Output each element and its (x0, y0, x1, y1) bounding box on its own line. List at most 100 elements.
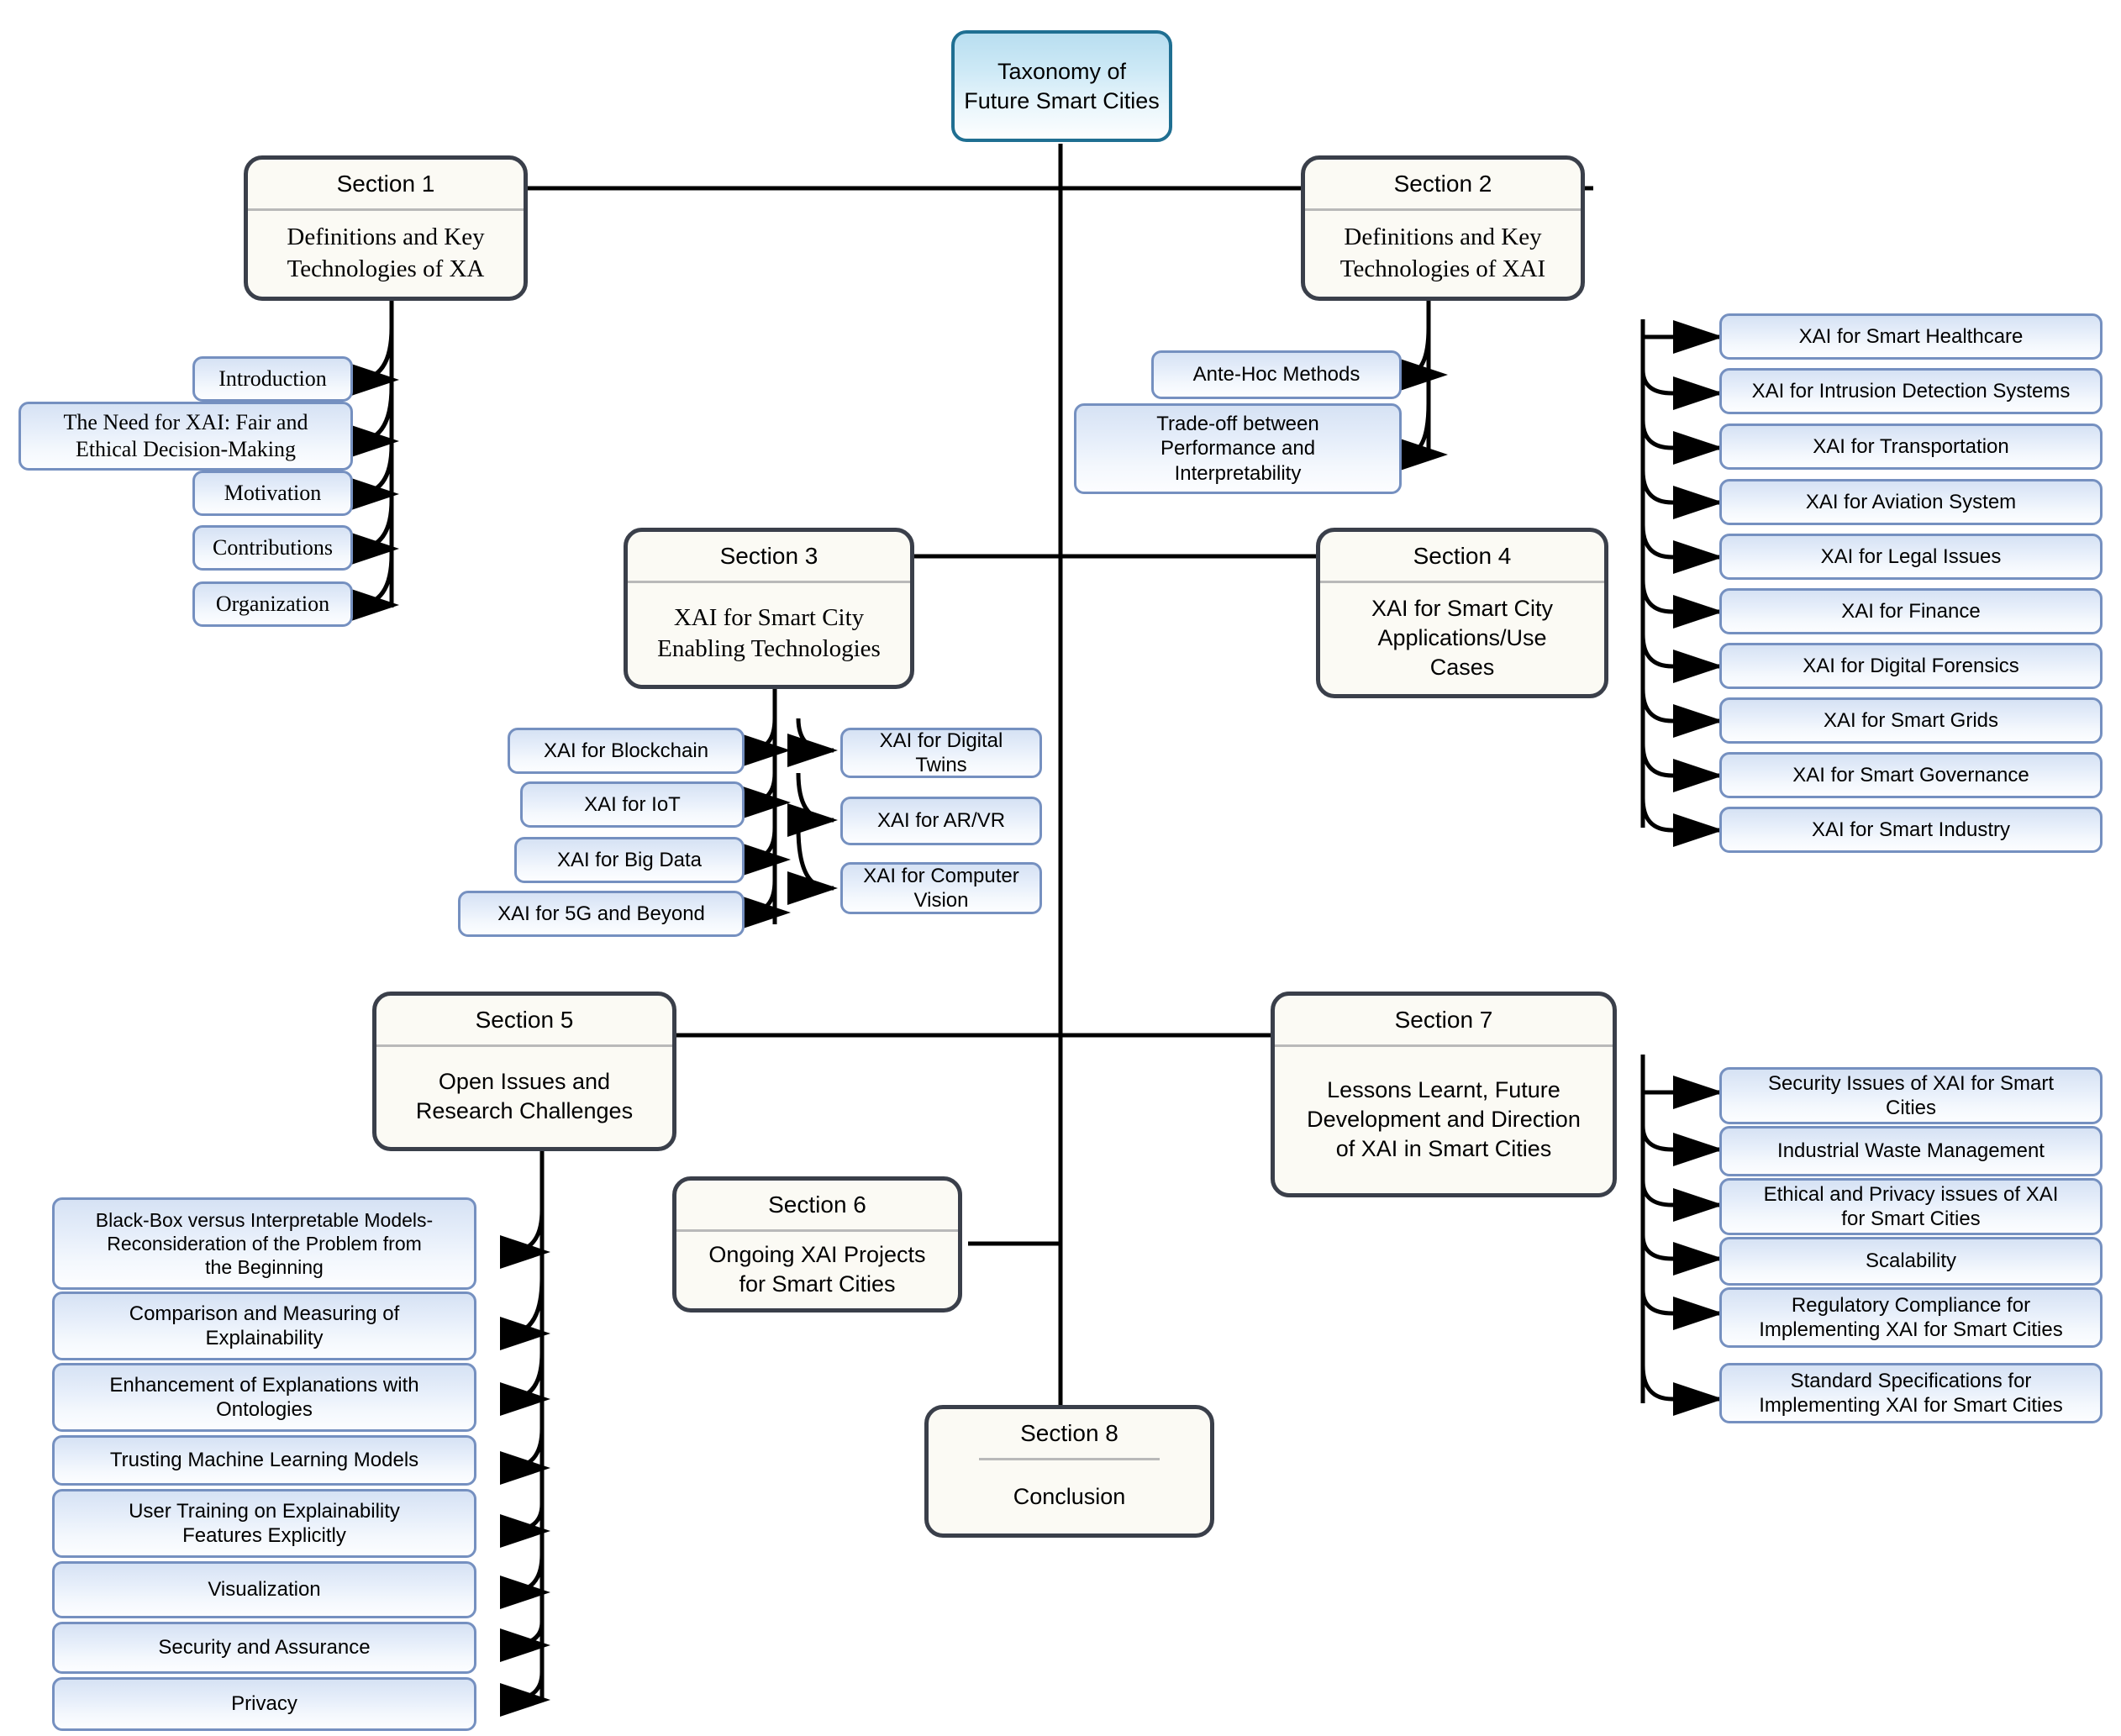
leaf-s4-transportation[interactable]: XAI for Transportation (1719, 423, 2103, 470)
leaf-s3-5g[interactable]: XAI for 5G and Beyond (458, 891, 745, 937)
leaf-s3-blockchain[interactable]: XAI for Blockchain (508, 728, 745, 774)
leaf-label: XAI for Smart Grids (1823, 708, 1999, 732)
leaf-label: XAI for Big Data (556, 848, 703, 871)
leaf-label: Contributions (212, 535, 333, 560)
leaf-s5-user-training[interactable]: User Training on Explainability Features… (52, 1489, 476, 1558)
section-3-body: XAI for Smart City Enabling Technologies (657, 603, 881, 663)
root-node-label: Taxonomy of Future Smart Cities (964, 58, 1160, 113)
leaf-s5-trusting-ml[interactable]: Trusting Machine Learning Models (52, 1435, 476, 1486)
leaf-label: User Training on Explainability Features… (129, 1499, 400, 1547)
leaf-label: Ante-Hoc Methods (1192, 363, 1360, 387)
leaf-label: Trusting Machine Learning Models (109, 1449, 419, 1472)
section-node-2[interactable]: Section 2 Definitions and Key Technologi… (1301, 155, 1585, 301)
leaf-label: XAI for Finance (1841, 599, 1981, 623)
leaf-label: Trade-off between Performance and Interp… (1156, 413, 1319, 485)
taxonomy-diagram: Taxonomy of Future Smart Cities Section … (0, 0, 2121, 1736)
section-node-8[interactable]: Section 8 Conclusion (924, 1405, 1214, 1538)
section-7-body: Lessons Learnt, Future Development and D… (1307, 1077, 1581, 1162)
leaf-label: Motivation (224, 481, 322, 506)
leaf-label: Comparison and Measuring of Explainabili… (129, 1302, 400, 1349)
leaf-label: XAI for 5G and Beyond (497, 902, 705, 925)
section-7-title: Section 7 (1394, 1007, 1493, 1033)
section-4-body: XAI for Smart City Applications/Use Case… (1371, 596, 1554, 681)
leaf-s2-ante-hoc-methods[interactable]: Ante-Hoc Methods (1151, 350, 1402, 399)
leaf-label: XAI for IoT (584, 792, 681, 816)
leaf-s4-smart-industry[interactable]: XAI for Smart Industry (1719, 807, 2103, 853)
leaf-s7-security-issues[interactable]: Security Issues of XAI for Smart Cities (1719, 1067, 2103, 1124)
leaf-label: Black-Box versus Interpretable Models- R… (95, 1208, 434, 1279)
leaf-label: Security Issues of XAI for Smart Cities (1767, 1071, 2055, 1119)
leaf-label: XAI for Intrusion Detection Systems (1751, 379, 2071, 402)
section-5-body: Open Issues and Research Challenges (415, 1069, 634, 1124)
leaf-label: XAI for AR/VR (876, 809, 1006, 833)
section-2-body: Definitions and Key Technologies of XAI (1339, 224, 1546, 282)
section-node-6[interactable]: Section 6 Ongoing XAI Projects for Smart… (672, 1176, 962, 1313)
leaf-label: XAI for Computer Vision (863, 864, 1019, 912)
leaf-s1-introduction[interactable]: Introduction (192, 356, 353, 402)
leaf-label: Regulatory Compliance for Implementing X… (1759, 1293, 2063, 1341)
leaf-label: Ethical and Privacy issues of XAI for Sm… (1763, 1182, 2059, 1230)
leaf-s1-motivation[interactable]: Motivation (192, 471, 353, 516)
leaf-s4-smart-healthcare[interactable]: XAI for Smart Healthcare (1719, 313, 2103, 360)
section-6-body: Ongoing XAI Projects for Smart Cities (708, 1242, 926, 1297)
leaf-label: XAI for Digital Twins (879, 729, 1003, 776)
section-4-title: Section 4 (1413, 543, 1512, 569)
leaf-label: XAI for Smart Governance (1792, 763, 2029, 786)
leaf-label: Enhancement of Explanations with Ontolog… (109, 1373, 419, 1421)
leaf-s7-industrial-waste[interactable]: Industrial Waste Management (1719, 1126, 2103, 1176)
leaf-s3-digital-twins[interactable]: XAI for Digital Twins (840, 728, 1042, 778)
leaf-label: The Need for XAI: Fair and Ethical Decis… (63, 410, 308, 461)
leaf-label: XAI for Smart Industry (1811, 818, 2011, 841)
leaf-s5-privacy[interactable]: Privacy (52, 1677, 476, 1731)
leaf-s3-big-data[interactable]: XAI for Big Data (514, 837, 745, 883)
leaf-s5-visualization[interactable]: Visualization (52, 1561, 476, 1618)
leaf-label: XAI for Blockchain (543, 739, 709, 762)
section-node-3[interactable]: Section 3 XAI for Smart City Enabling Te… (624, 528, 914, 689)
leaf-s4-smart-governance[interactable]: XAI for Smart Governance (1719, 752, 2103, 798)
leaf-label: Scalability (1865, 1249, 1957, 1273)
section-node-7[interactable]: Section 7 Lessons Learnt, Future Develop… (1271, 992, 1617, 1197)
leaf-label: XAI for Transportation (1813, 434, 2009, 458)
root-node[interactable]: Taxonomy of Future Smart Cities (951, 30, 1172, 142)
leaf-label: XAI for Legal Issues (1820, 544, 2002, 568)
leaf-s1-need-for-xai[interactable]: The Need for XAI: Fair and Ethical Decis… (18, 402, 353, 471)
leaf-s7-standard-specifications[interactable]: Standard Specifications for Implementing… (1719, 1363, 2103, 1423)
section-node-5[interactable]: Section 5 Open Issues and Research Chall… (372, 992, 676, 1151)
leaf-s1-contributions[interactable]: Contributions (192, 525, 353, 571)
leaf-s4-intrusion-detection[interactable]: XAI for Intrusion Detection Systems (1719, 368, 2103, 414)
leaf-s4-aviation-system[interactable]: XAI for Aviation System (1719, 479, 2103, 525)
section-8-title: Section 8 (1020, 1420, 1118, 1446)
leaf-label: Standard Specifications for Implementing… (1759, 1369, 2063, 1417)
leaf-label: Organization (215, 592, 330, 617)
leaf-s3-computer-vision[interactable]: XAI for Computer Vision (840, 862, 1042, 914)
leaf-label: Visualization (208, 1578, 321, 1602)
section-6-title: Section 6 (768, 1192, 866, 1218)
leaf-s5-comparison[interactable]: Comparison and Measuring of Explainabili… (52, 1291, 476, 1360)
leaf-s3-iot[interactable]: XAI for IoT (520, 781, 745, 828)
leaf-s5-security-assurance[interactable]: Security and Assurance (52, 1622, 476, 1674)
leaf-label: XAI for Aviation System (1805, 490, 2017, 513)
leaf-label: XAI for Smart Healthcare (1798, 324, 2024, 348)
leaf-s7-scalability[interactable]: Scalability (1719, 1237, 2103, 1286)
leaf-s4-legal-issues[interactable]: XAI for Legal Issues (1719, 534, 2103, 580)
leaf-s1-organization[interactable]: Organization (192, 581, 353, 627)
leaf-s4-smart-grids[interactable]: XAI for Smart Grids (1719, 697, 2103, 744)
leaf-s7-ethical-privacy[interactable]: Ethical and Privacy issues of XAI for Sm… (1719, 1178, 2103, 1235)
section-node-4[interactable]: Section 4 XAI for Smart City Application… (1316, 528, 1608, 698)
leaf-s2-tradeoff[interactable]: Trade-off between Performance and Interp… (1074, 403, 1402, 494)
leaf-label: XAI for Digital Forensics (1803, 654, 2019, 677)
section-1-body: Definitions and Key Technologies of XA (287, 224, 485, 282)
leaf-label: Privacy (231, 1692, 297, 1716)
section-node-1[interactable]: Section 1 Definitions and Key Technologi… (244, 155, 528, 301)
leaf-s7-regulatory-compliance[interactable]: Regulatory Compliance for Implementing X… (1719, 1287, 2103, 1348)
leaf-s4-digital-forensics[interactable]: XAI for Digital Forensics (1719, 643, 2103, 689)
leaf-s5-black-box[interactable]: Black-Box versus Interpretable Models- R… (52, 1197, 476, 1290)
leaf-s5-ontologies[interactable]: Enhancement of Explanations with Ontolog… (52, 1363, 476, 1432)
section-2-title: Section 2 (1393, 171, 1492, 197)
leaf-s4-finance[interactable]: XAI for Finance (1719, 588, 2103, 634)
leaf-label: Industrial Waste Management (1777, 1139, 2045, 1163)
leaf-s3-arvr[interactable]: XAI for AR/VR (840, 797, 1042, 845)
section-5-title: Section 5 (475, 1007, 574, 1033)
section-3-title: Section 3 (719, 543, 818, 569)
section-8-body: Conclusion (1013, 1483, 1126, 1509)
